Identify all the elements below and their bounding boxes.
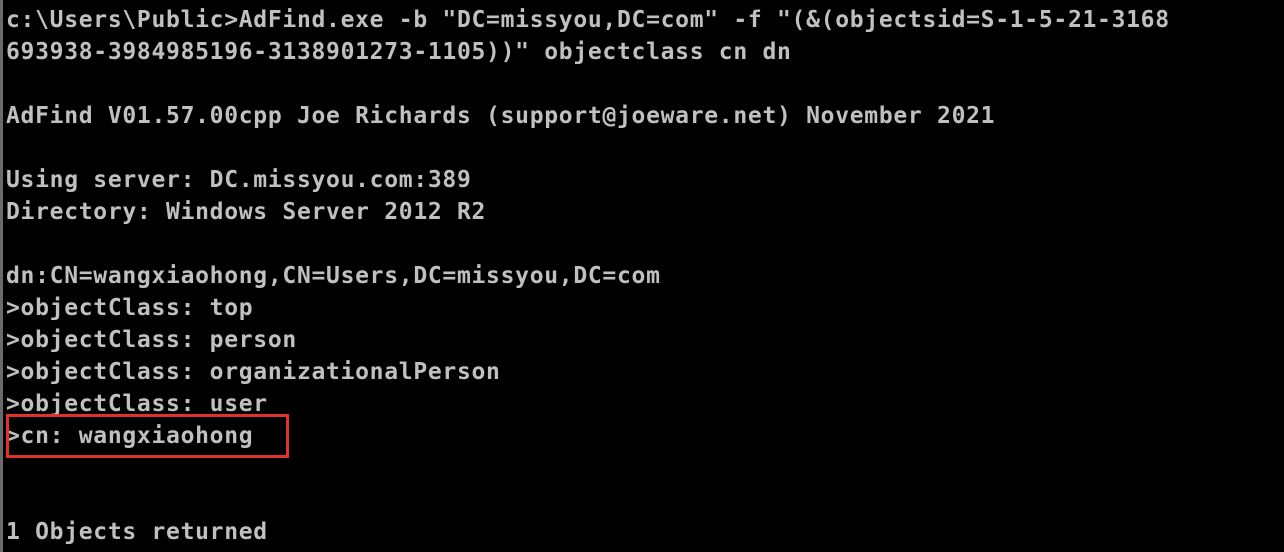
version-banner: AdFind V01.57.00cpp Joe Richards (suppor… <box>6 103 996 129</box>
server-line: Using server: DC.missyou.com:389 <box>6 167 472 193</box>
command-line-2: 693938-3984985196-3138901273-1105))" obj… <box>6 39 792 65</box>
command-line-1: c:\Users\Public>AdFind.exe -b "DC=missyo… <box>6 7 1170 33</box>
objectclass-top: >objectClass: top <box>6 295 254 321</box>
objectclass-orgperson: >objectClass: organizationalPerson <box>6 359 501 385</box>
terminal-window[interactable]: c:\Users\Public>AdFind.exe -b "DC=missyo… <box>0 0 1284 552</box>
dn-line: dn:CN=wangxiaohong,CN=Users,DC=missyou,D… <box>6 263 661 289</box>
directory-line: Directory: Windows Server 2012 R2 <box>6 199 487 225</box>
cn-highlight-box <box>6 414 289 458</box>
objects-returned-line: 1 Objects returned <box>6 519 268 545</box>
objectclass-person: >objectClass: person <box>6 327 297 353</box>
